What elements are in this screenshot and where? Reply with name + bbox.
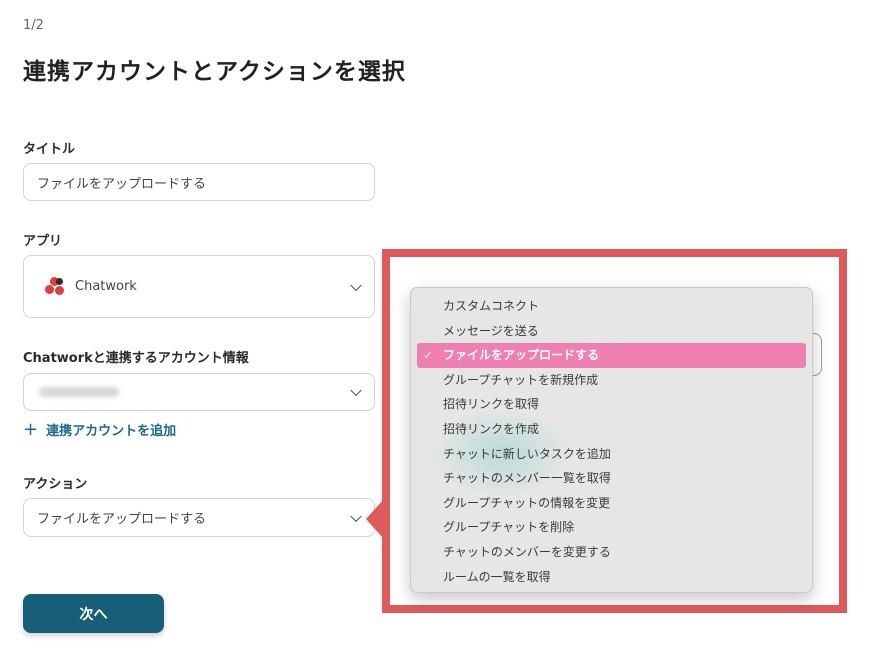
menu-item-label: ファイルをアップロードする [443,348,600,363]
checkmark-icon: ✓ [423,348,434,363]
menu-item-label: グループチャットの情報を変更 [443,495,611,510]
chatwork-logo-icon [45,276,65,297]
title-input[interactable]: ファイルをアップロードする [23,163,375,201]
menu-item[interactable]: チャットのメンバーを変更する [417,540,806,565]
title-label: タイトル [23,142,76,157]
menu-item[interactable]: メッセージを送る [417,319,806,344]
menu-item-label: グループチャットを新規作成 [443,372,599,387]
plus-icon: + [23,418,39,440]
menu-item-label: メッセージを送る [443,323,539,338]
app-select[interactable]: Chatwork [23,255,375,318]
menu-item-label: チャットに新しいタスクを追加 [443,446,611,461]
account-value-blurred [39,387,119,397]
account-label: Chatworkと連携するアカウント情報 [23,351,249,366]
menu-item-selected[interactable]: ✓ ファイルをアップロードする [417,343,806,368]
account-select[interactable] [23,373,375,411]
menu-item-label: カスタムコネクト [443,299,540,313]
add-account-label: 連携アカウントを追加 [46,424,177,439]
menu-item-label: ルームの一覧を取得 [443,569,551,584]
menu-item-label: チャットのメンバーを変更する [443,544,611,559]
page-title: 連携アカウントとアクションを選択 [23,59,406,85]
menu-item-label: グループチャットを削除 [443,520,575,535]
chevron-down-icon [350,279,362,291]
app-select-value: Chatwork [75,279,137,294]
menu-item[interactable]: 招待リンクを取得 [417,392,806,417]
menu-item-label: 招待リンクを作成 [443,421,540,436]
chevron-down-icon [350,510,362,522]
menu-item-label: チャットのメンバー一覧を取得 [443,471,611,486]
action-select[interactable]: ファイルをアップロードする [23,498,375,537]
menu-item[interactable]: チャットに新しいタスクを追加 [417,442,806,467]
menu-items: カスタムコネクト メッセージを送る ✓ ファイルをアップロードする グループチャットを新… [411,294,812,589]
menu-item[interactable]: グループチャットを新規作成 [417,368,806,393]
action-dropdown-menu[interactable]: カスタムコネクト メッセージを送る ✓ ファイルをアップロードする グループチャットを新… [410,287,813,593]
menu-item[interactable]: グループチャットを削除 [417,515,806,540]
title-input-value: ファイルをアップロードする [37,176,207,192]
menu-item[interactable]: カスタムコネクト [417,294,806,319]
callout-pointer [366,500,383,538]
menu-item[interactable]: 招待リンクを作成 [417,417,806,442]
chevron-down-icon [350,384,362,397]
action-select-value: ファイルをアップロードする [37,512,207,527]
step-indicator: 1/2 [23,18,44,33]
app-label: アプリ [23,234,63,249]
add-account-link[interactable]: + 連携アカウントを追加 [23,420,176,439]
next-button[interactable]: 次へ [23,594,164,633]
menu-item[interactable]: ルームの一覧を取得 [417,565,806,590]
action-label: アクション [23,477,88,492]
menu-item[interactable]: チャットのメンバー一覧を取得 [417,466,806,491]
menu-item-label: 招待リンクを取得 [443,397,540,412]
menu-item[interactable]: グループチャットの情報を変更 [417,491,806,516]
